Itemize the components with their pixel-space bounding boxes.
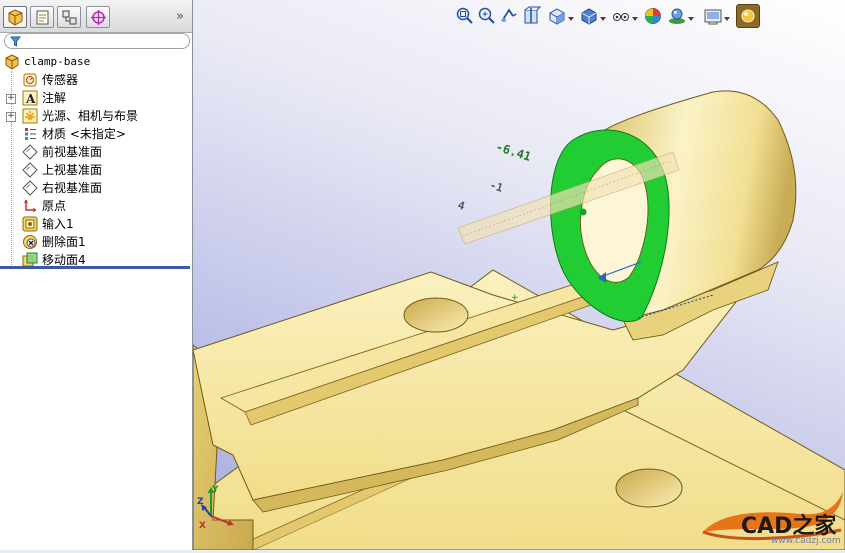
- triad-label-y: Y: [211, 485, 219, 495]
- tree-item-label: 注解: [42, 91, 67, 105]
- tree-item-label: 右视基准面: [42, 181, 103, 195]
- model-3d-view[interactable]: + -6.41 -1 4: [193, 0, 845, 550]
- ruler-label: 4: [456, 198, 467, 213]
- tree-item-top-plane[interactable]: 上视基准面: [0, 161, 192, 179]
- upper-hole: [403, 297, 469, 333]
- import-icon: [22, 216, 38, 232]
- plane-icon: [22, 180, 38, 196]
- tree-item-annotations[interactable]: + A 注解: [0, 89, 192, 107]
- expand-toggle[interactable]: +: [6, 112, 16, 122]
- lower-hole: [615, 468, 683, 508]
- svg-text:A: A: [25, 92, 36, 106]
- feature-tree: clamp-base 传感器 + A 注解 + 光源、相机与布景 材质 <未指定…: [0, 53, 192, 269]
- tree-item-label: 输入1: [42, 217, 74, 231]
- reference-triad: Y Z X: [197, 485, 234, 530]
- plane-icon: [22, 162, 38, 178]
- panel-tab-bar: »: [0, 0, 192, 33]
- tree-filter-input[interactable]: [4, 33, 190, 49]
- watermark-logo: CAD之家 www.cadzj.com: [701, 492, 845, 550]
- sensor-icon: [23, 73, 37, 87]
- part-icon: [5, 54, 19, 70]
- tree-item-label: 原点: [42, 199, 67, 213]
- origin-icon: [24, 199, 37, 212]
- tree-item-label: 上视基准面: [42, 163, 103, 177]
- lights-icon: [22, 108, 38, 124]
- tree-item-sensors[interactable]: 传感器: [0, 71, 192, 89]
- propertymanager-tab[interactable]: [30, 6, 54, 28]
- triad-label-z: Z: [197, 497, 204, 507]
- delete-face-icon: [23, 235, 37, 249]
- rollback-bar[interactable]: [0, 266, 190, 269]
- material-icon: [25, 128, 36, 140]
- svg-text:+: +: [511, 293, 519, 303]
- tree-item-label: 材质 <未指定>: [42, 127, 126, 141]
- tree-root-part[interactable]: clamp-base: [0, 53, 192, 71]
- tree-item-label: 前视基准面: [42, 145, 103, 159]
- feature-tree-icon: [8, 9, 23, 26]
- graphics-viewport[interactable]: + -6.41 -1 4 Y Z X CAD之家 www.cadzj.com: [193, 0, 845, 550]
- expand-toggle[interactable]: +: [6, 94, 16, 104]
- watermark-url: www.cadzj.com: [771, 536, 841, 546]
- tree-item-lights-cameras-scene[interactable]: + 光源、相机与布景: [0, 107, 192, 125]
- tree-item-front-plane[interactable]: 前视基准面: [0, 143, 192, 161]
- ruler-label: -1: [488, 178, 505, 195]
- configurationmanager-tab[interactable]: [57, 6, 81, 28]
- crosshair-icon: [91, 10, 106, 25]
- collapse-panel-button[interactable]: »: [176, 9, 184, 24]
- property-icon: [36, 10, 49, 25]
- tree-item-imported1[interactable]: 输入1: [0, 215, 192, 233]
- configuration-icon: [62, 10, 77, 25]
- tree-item-label: 传感器: [42, 73, 79, 87]
- annotation-icon: A: [22, 90, 38, 106]
- tree-item-delete-face1[interactable]: 删除面1: [0, 233, 192, 251]
- plane-icon: [22, 144, 38, 160]
- tree-item-origin[interactable]: 原点: [0, 197, 192, 215]
- tree-item-label: 删除面1: [42, 235, 86, 249]
- tree-item-label: 光源、相机与布景: [42, 109, 139, 123]
- ruler-label: -6.41: [494, 140, 533, 164]
- tree-item-right-plane[interactable]: 右视基准面: [0, 179, 192, 197]
- dimxpert-tab[interactable]: [86, 6, 110, 28]
- triad-label-x: X: [199, 521, 206, 530]
- featuremanager-tab[interactable]: [3, 6, 27, 28]
- manipulator-handle: [579, 208, 587, 216]
- filter-icon: [10, 36, 21, 47]
- tree-root-label: clamp-base: [24, 55, 91, 68]
- tree-item-material[interactable]: 材质 <未指定>: [0, 125, 192, 143]
- feature-manager-panel: » clamp-base 传感器 + A 注解 + 光源、相机与布景 材质 <未…: [0, 0, 193, 550]
